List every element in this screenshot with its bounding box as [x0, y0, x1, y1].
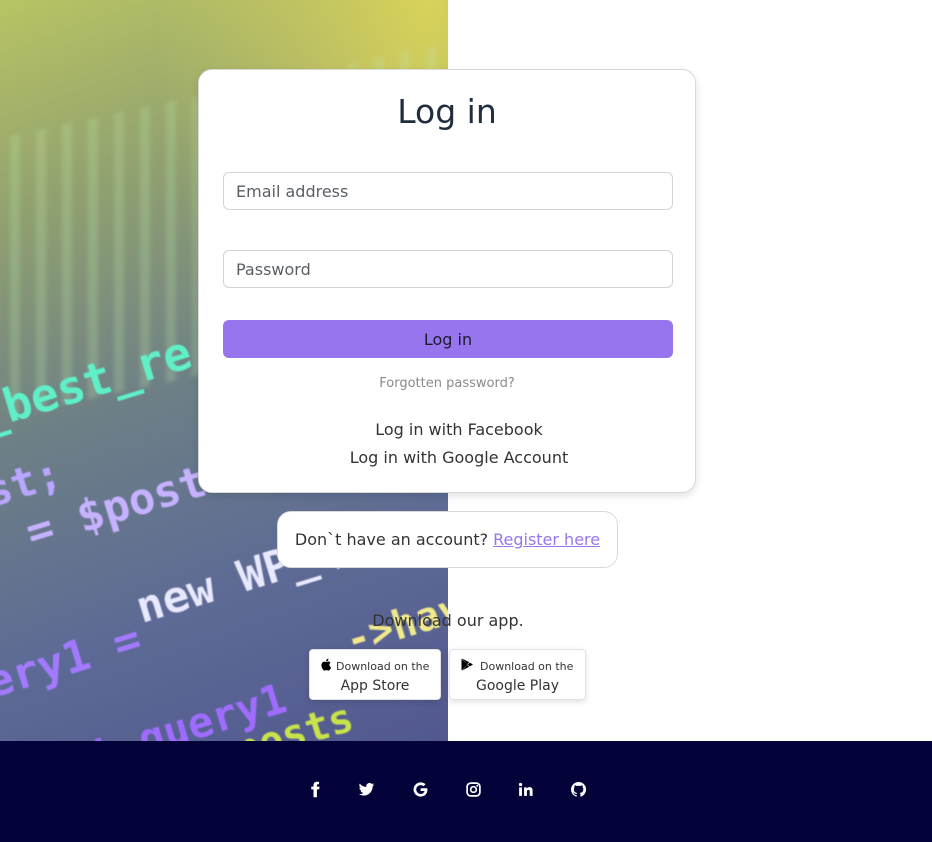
google-play-label: Google Play [475, 678, 559, 694]
google-login-link[interactable]: Log in with Google Account [199, 448, 695, 467]
register-prompt: Don`t have an account? [294, 530, 489, 549]
password-input[interactable] [223, 250, 673, 288]
footer [0, 741, 932, 842]
forgot-password-link[interactable]: Forgotten password? [199, 376, 695, 391]
twitter-icon[interactable] [355, 778, 377, 800]
linkedin-icon[interactable] [514, 778, 536, 800]
google-icon[interactable] [409, 778, 431, 800]
instagram-icon[interactable] [462, 778, 484, 800]
github-icon[interactable] [567, 778, 589, 800]
app-store-button[interactable]: Download on the App Store [309, 649, 441, 700]
login-title: Log in [397, 92, 497, 131]
download-heading: Download our app. [372, 611, 524, 630]
register-box: Don`t have an account? Register here [277, 511, 618, 568]
facebook-login-link[interactable]: Log in with Facebook [199, 420, 695, 439]
google-play-small-text: Download on the [480, 660, 574, 673]
register-link[interactable]: Register here [493, 530, 600, 549]
facebook-login-label: Log in with Facebook [375, 420, 543, 439]
email-input[interactable] [223, 172, 673, 210]
google-login-label: Log in with Google Account [349, 448, 569, 467]
google-play-button[interactable]: Download on the Google Play [449, 649, 586, 700]
apple-icon [321, 658, 332, 671]
app-store-label: App Store [340, 678, 410, 694]
app-store-small-text: Download on the [336, 660, 430, 673]
facebook-icon[interactable] [304, 778, 326, 800]
login-card: Log in Log in Forgotten password? Log in… [198, 69, 696, 493]
google-play-icon [461, 658, 473, 671]
login-button[interactable]: Log in [223, 320, 673, 358]
